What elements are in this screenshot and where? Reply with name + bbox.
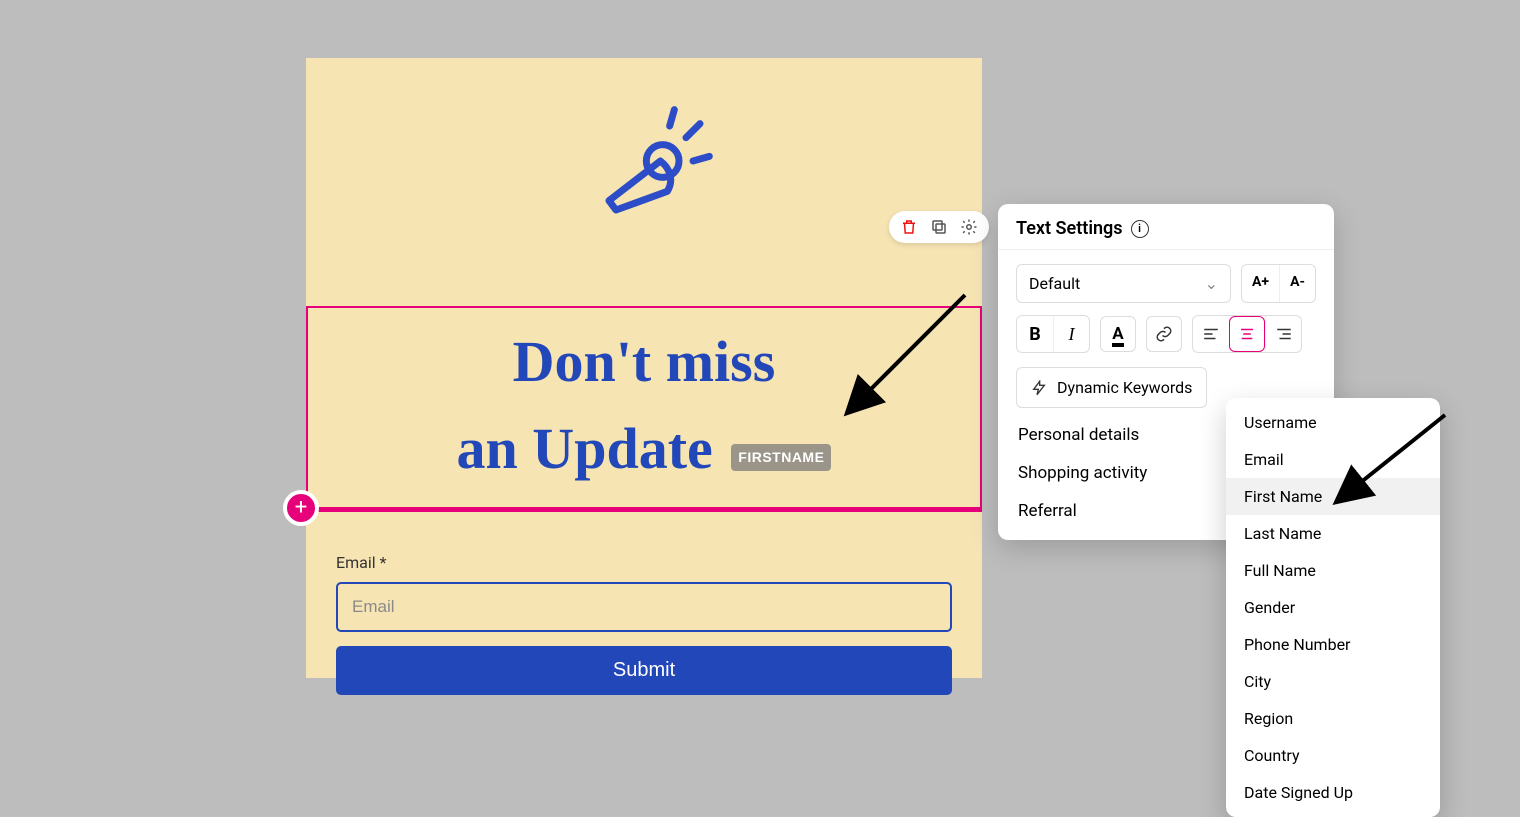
- headline-line2: an Update: [457, 416, 713, 481]
- chevron-down-icon: ⌄: [1205, 274, 1218, 293]
- dynamic-keywords-button[interactable]: Dynamic Keywords: [1016, 367, 1207, 408]
- text-settings-header: Text Settings i: [998, 204, 1334, 250]
- submenu-item-phone-number[interactable]: Phone Number: [1226, 626, 1440, 663]
- submenu-item-country[interactable]: Country: [1226, 737, 1440, 774]
- email-input[interactable]: [336, 582, 952, 632]
- bold-button[interactable]: B: [1017, 316, 1053, 352]
- headline-text: Don't miss an Update FIRSTNAME: [308, 318, 980, 492]
- headline-line1: Don't miss: [513, 329, 776, 394]
- align-center-button[interactable]: [1229, 316, 1265, 352]
- font-size-decrease[interactable]: A-: [1279, 265, 1315, 302]
- element-mini-toolbar: [889, 211, 989, 243]
- text-color-button[interactable]: A: [1100, 316, 1136, 352]
- font-size-increase[interactable]: A+: [1242, 265, 1279, 302]
- info-icon[interactable]: i: [1131, 220, 1149, 238]
- submenu-item-username[interactable]: Username: [1226, 404, 1440, 441]
- category-label: Referral: [1018, 501, 1077, 521]
- category-label: Personal details: [1018, 425, 1139, 445]
- align-left-button[interactable]: [1193, 316, 1229, 352]
- submit-button[interactable]: Submit: [336, 646, 952, 695]
- dynamic-keywords-label: Dynamic Keywords: [1057, 378, 1192, 397]
- align-right-button[interactable]: [1265, 316, 1301, 352]
- text-settings-title: Text Settings: [1016, 218, 1123, 239]
- category-label: Shopping activity: [1018, 463, 1147, 483]
- submenu-item-city[interactable]: City: [1226, 663, 1440, 700]
- submenu-item-gender[interactable]: Gender: [1226, 589, 1440, 626]
- font-family-value: Default: [1029, 274, 1080, 293]
- email-label: Email *: [336, 553, 952, 572]
- form-canvas: Don't miss an Update FIRSTNAME + Email *…: [306, 58, 982, 678]
- submenu-item-date-signed-up[interactable]: Date Signed Up: [1226, 774, 1440, 811]
- add-block-button[interactable]: +: [283, 490, 319, 526]
- selection-bottom-edge: [306, 507, 982, 512]
- headline-selection[interactable]: Don't miss an Update FIRSTNAME: [306, 306, 982, 512]
- submenu-item-email[interactable]: Email: [1226, 441, 1440, 478]
- personal-details-submenu: Username Email First Name Last Name Full…: [1226, 398, 1440, 817]
- dynamic-token-firstname[interactable]: FIRSTNAME: [731, 444, 831, 471]
- megaphone-icon: [574, 98, 714, 238]
- submenu-item-full-name[interactable]: Full Name: [1226, 552, 1440, 589]
- italic-button[interactable]: I: [1053, 316, 1089, 352]
- link-button[interactable]: [1146, 316, 1182, 352]
- submenu-item-last-name[interactable]: Last Name: [1226, 515, 1440, 552]
- font-size-group: A+ A-: [1241, 264, 1316, 303]
- submenu-item-region[interactable]: Region: [1226, 700, 1440, 737]
- delete-icon[interactable]: [899, 217, 919, 237]
- email-form: Email * Submit: [336, 553, 952, 695]
- submenu-item-first-name[interactable]: First Name: [1226, 478, 1440, 515]
- settings-gear-icon[interactable]: [959, 217, 979, 237]
- lightning-icon: [1031, 380, 1047, 396]
- font-family-select[interactable]: Default ⌄: [1016, 264, 1231, 303]
- duplicate-icon[interactable]: [929, 217, 949, 237]
